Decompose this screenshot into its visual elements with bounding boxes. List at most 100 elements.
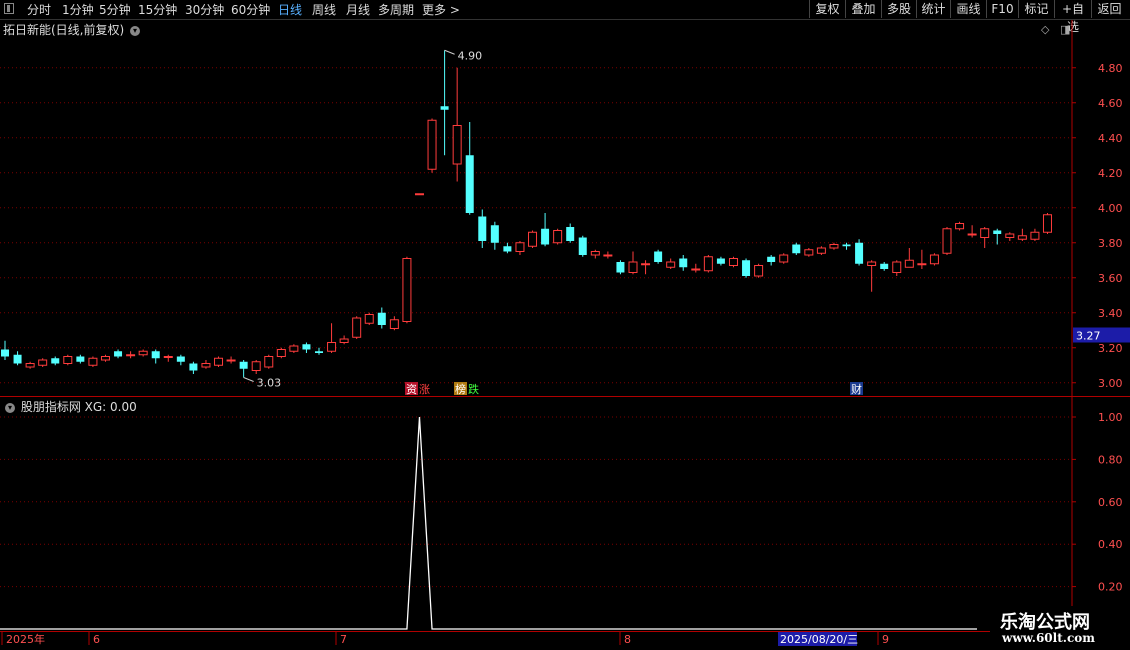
candle-body bbox=[76, 356, 85, 362]
price-tick-label: 3.00 bbox=[1098, 377, 1123, 390]
candle-body bbox=[967, 233, 977, 236]
candle-body bbox=[377, 312, 386, 325]
date-tick-label: 6 bbox=[93, 633, 100, 646]
candle-body bbox=[929, 254, 939, 265]
xg-indicator-line bbox=[0, 416, 977, 630]
candle-body bbox=[364, 314, 374, 324]
candle-body bbox=[892, 261, 902, 273]
candle-body bbox=[955, 223, 965, 230]
chart-frame bbox=[0, 20, 1130, 650]
candle-body bbox=[176, 356, 185, 362]
candle-body bbox=[829, 244, 839, 249]
pane-maximize-icon[interactable]: ◨ bbox=[1060, 23, 1070, 36]
low-pointer bbox=[243, 377, 254, 382]
candle-body bbox=[13, 354, 22, 364]
price-axis: 4.80 4.60 4.40 4.20 4.00 3.80 3.60 3.40 3.20 3.00… bbox=[1072, 62, 1130, 390]
candle-body bbox=[264, 356, 274, 368]
candle-body bbox=[566, 227, 575, 241]
candle-body bbox=[327, 342, 337, 352]
candle-body bbox=[88, 357, 98, 366]
candle-body bbox=[503, 246, 512, 252]
chevron-down-icon[interactable]: ▾ bbox=[130, 25, 141, 36]
candle-body bbox=[578, 237, 587, 255]
candle-body bbox=[641, 263, 651, 266]
candle-body bbox=[666, 261, 676, 268]
indicator-title-bar: ▾ 股朋指标网 XG: 0.00 bbox=[3, 398, 137, 415]
candle-body bbox=[980, 228, 990, 238]
price-tick-label: 4.40 bbox=[1098, 132, 1123, 145]
stock-title: 拓日新能(日线,前复权) bbox=[3, 23, 125, 37]
diamond-icon[interactable]: ◇ bbox=[1041, 23, 1049, 36]
candle-body bbox=[427, 119, 437, 170]
candle-body bbox=[742, 260, 751, 276]
event-tag-text: 涨 bbox=[419, 383, 430, 396]
candle-body bbox=[1017, 235, 1027, 240]
xg-line bbox=[0, 416, 977, 630]
event-tag-text: 榜 bbox=[455, 382, 466, 396]
candle-body bbox=[779, 254, 789, 263]
candle-body bbox=[289, 345, 299, 352]
current-price-label: 3.27 bbox=[1076, 330, 1101, 343]
price-tick-label: 4.00 bbox=[1098, 202, 1123, 215]
candle-body bbox=[679, 258, 688, 268]
date-tick-label: 8 bbox=[624, 633, 631, 646]
candle-body bbox=[541, 228, 550, 245]
candle-body bbox=[590, 251, 600, 256]
grid-lines bbox=[0, 67, 1072, 588]
candle-body bbox=[628, 261, 638, 273]
candle-body bbox=[816, 247, 826, 254]
candle-body bbox=[942, 228, 952, 254]
indicator-tick-label: 0.40 bbox=[1098, 538, 1123, 551]
candle-body bbox=[616, 262, 625, 273]
candle-body bbox=[302, 344, 311, 350]
price-tick-label: 3.80 bbox=[1098, 237, 1123, 250]
indicator-tick-label: 0.60 bbox=[1098, 496, 1123, 509]
candle-body bbox=[226, 359, 236, 362]
candle-body bbox=[855, 242, 864, 264]
candle-body bbox=[703, 256, 713, 272]
candle-body bbox=[804, 249, 814, 256]
candle-body bbox=[100, 356, 110, 361]
candle-body bbox=[553, 230, 563, 244]
low-price-label: 3.03 bbox=[257, 377, 282, 390]
indicator-tick-label: 0.20 bbox=[1098, 581, 1123, 594]
indicator-tick-label: 0.80 bbox=[1098, 453, 1123, 466]
candle-body bbox=[490, 225, 499, 243]
price-tick-label: 3.40 bbox=[1098, 307, 1123, 320]
candle-body bbox=[389, 319, 399, 329]
indicator-title: 股朋指标网 XG: 0.00 bbox=[20, 400, 137, 414]
price-tick-label: 4.60 bbox=[1098, 97, 1123, 110]
candle-body bbox=[867, 261, 877, 266]
event-tag-text: 资 bbox=[406, 383, 417, 396]
candle-body bbox=[528, 231, 538, 247]
candle-body bbox=[214, 357, 224, 366]
candle-body bbox=[904, 259, 914, 268]
candle-body bbox=[654, 251, 663, 262]
date-axis: 2025年 6 7 8 9 2025/08/20/三 bbox=[1, 632, 889, 646]
candle-body bbox=[993, 230, 1002, 234]
candle-body bbox=[402, 258, 412, 322]
candle-body bbox=[842, 244, 851, 247]
candle-body bbox=[1005, 233, 1015, 238]
candle-body bbox=[880, 263, 889, 269]
candle-body bbox=[515, 242, 525, 252]
date-tick-label: 7 bbox=[340, 633, 347, 646]
candle-body bbox=[339, 338, 349, 343]
price-tick-label: 3.60 bbox=[1098, 272, 1123, 285]
candle-body bbox=[478, 216, 487, 241]
candle-body bbox=[114, 351, 123, 357]
candlestick-series bbox=[1, 50, 1052, 378]
candle-body bbox=[189, 363, 198, 371]
high-price-label: 4.90 bbox=[458, 49, 483, 62]
kline-chart[interactable]: 4.90 3.03 资涨 榜跌 财 4.80 4.60 4.40 4.20 4.00 3.80 3.… bbox=[0, 0, 1130, 650]
date-tick-label: 9 bbox=[882, 633, 889, 646]
candle-body bbox=[414, 193, 424, 196]
candle-body bbox=[63, 356, 73, 364]
candle-body bbox=[917, 263, 927, 266]
watermark-url: www.60lt.com bbox=[1002, 631, 1095, 645]
candle-body bbox=[51, 358, 60, 364]
candle-body bbox=[138, 350, 148, 356]
candle-body bbox=[352, 317, 362, 338]
candle-body bbox=[754, 265, 764, 277]
chevron-down-icon[interactable]: ▾ bbox=[5, 402, 15, 413]
